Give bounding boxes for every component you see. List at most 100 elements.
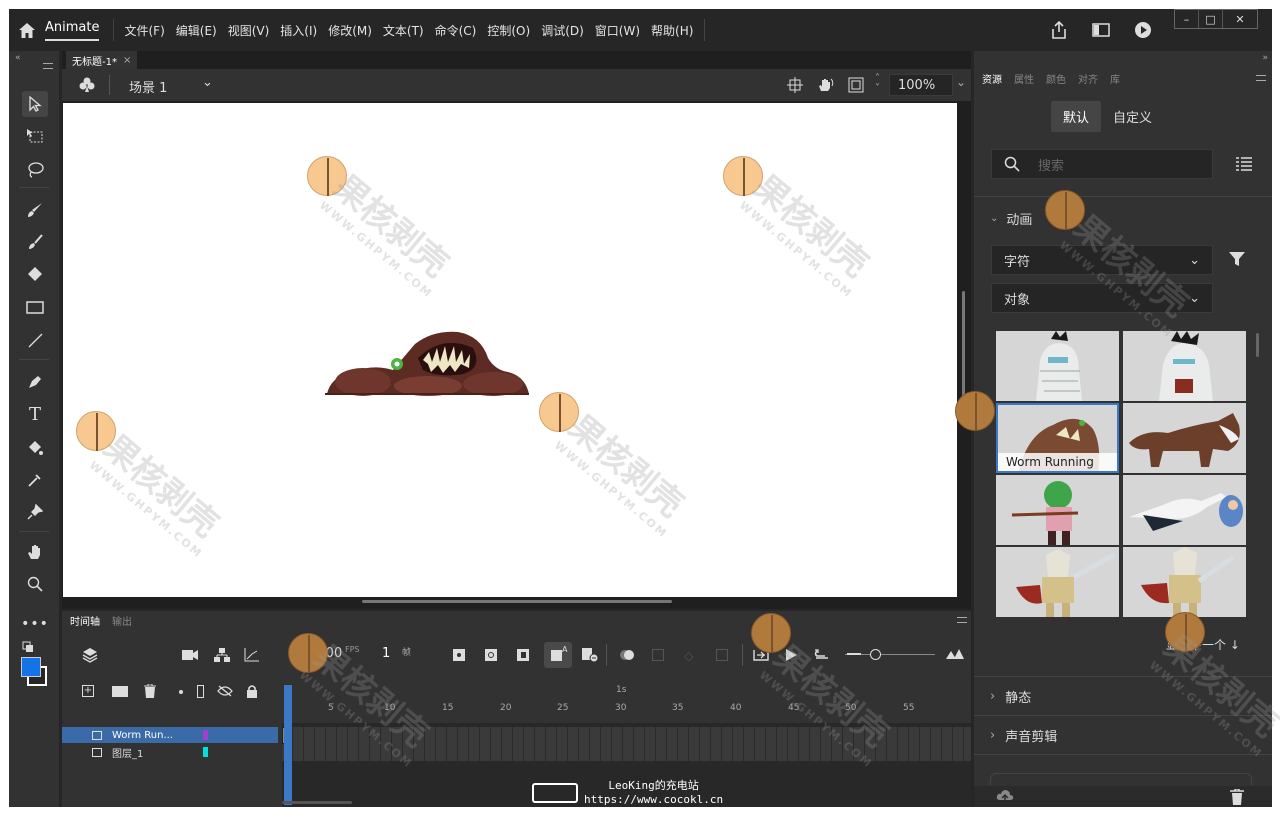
line-tool-icon[interactable] — [22, 327, 48, 353]
fill-color-swatch[interactable] — [21, 657, 41, 677]
app-name[interactable]: Animate — [45, 20, 100, 41]
swap-colors-icon[interactable] — [22, 641, 34, 653]
eraser-tool-icon[interactable] — [22, 261, 48, 287]
menu-control[interactable]: 控制(O) — [487, 22, 530, 39]
zoom-tool-icon[interactable] — [22, 571, 48, 597]
paint-brush-tool-icon[interactable] — [22, 197, 48, 223]
delete-layer-icon[interactable] — [144, 683, 156, 701]
share-icon[interactable] — [1048, 19, 1070, 41]
list-view-icon[interactable] — [1236, 157, 1252, 174]
timeline-menu-icon[interactable] — [957, 617, 967, 623]
pen-tool-icon[interactable] — [22, 369, 48, 395]
center-stage-icon[interactable] — [787, 77, 803, 96]
brush-tool-icon[interactable] — [22, 229, 48, 255]
panel-layout-icon[interactable] — [1090, 19, 1112, 41]
lock-layer-icon[interactable] — [246, 684, 258, 701]
new-folder-icon[interactable] — [112, 686, 128, 697]
frames-horizontal-scrollbar[interactable] — [282, 801, 352, 804]
highlight-layer-icon[interactable] — [179, 690, 183, 694]
edit-multiple-frames-icon[interactable] — [652, 649, 664, 661]
section-static[interactable]: › 静态 — [990, 687, 1031, 706]
scene-name[interactable]: 场景 1 — [129, 77, 167, 96]
menu-file[interactable]: 文件(F) — [124, 22, 164, 39]
edit-symbols-icon[interactable] — [78, 76, 96, 97]
menu-insert[interactable]: 插入(I) — [280, 22, 317, 39]
stage-canvas[interactable] — [63, 103, 957, 597]
layer-color-swatch[interactable] — [203, 730, 208, 740]
menu-commands[interactable]: 命令(C) — [435, 22, 477, 39]
current-frame-value[interactable]: 1 — [382, 646, 390, 661]
tab-align[interactable]: 对齐 — [1078, 71, 1098, 86]
segment-custom[interactable]: 自定义 — [1101, 101, 1164, 132]
zoom-field[interactable]: 100% — [889, 74, 953, 96]
document-tab[interactable]: 无标题-1* × — [66, 51, 138, 69]
worm-running-symbol[interactable] — [323, 328, 529, 401]
zoom-stepper-icon[interactable]: ˄ ˅ — [875, 74, 880, 94]
onion-skin-icon[interactable] — [618, 648, 638, 665]
minimize-button[interactable]: – — [1175, 10, 1199, 28]
create-tween-icon[interactable]: ◇ — [684, 649, 698, 663]
scene-chevron-down-icon[interactable]: ⌄ — [202, 75, 213, 90]
fit-frames-icon[interactable] — [945, 648, 965, 663]
rotate-stage-icon[interactable] — [817, 77, 835, 96]
layers-stack-icon[interactable] — [82, 647, 98, 666]
parenting-icon[interactable] — [214, 648, 230, 665]
zoom-chevron-down-icon[interactable]: ⌄ — [956, 75, 966, 89]
layer-color-swatch[interactable] — [203, 747, 208, 757]
paint-bucket-tool-icon[interactable] — [22, 435, 48, 461]
menu-help[interactable]: 帮助(H) — [651, 22, 693, 39]
thumbs-scrollbar[interactable] — [1256, 333, 1259, 357]
menu-modify[interactable]: 修改(M) — [328, 22, 372, 39]
pin-tool-icon[interactable] — [22, 499, 48, 525]
asset-thumb-knight-1[interactable] — [996, 547, 1119, 617]
close-button[interactable]: ✕ — [1223, 10, 1257, 28]
add-layer-icon[interactable]: + — [82, 685, 94, 697]
section-animation[interactable]: ⌄ 动画 — [990, 209, 1032, 228]
panel-menu-icon[interactable] — [1256, 75, 1266, 81]
play-icon[interactable] — [784, 648, 798, 665]
layer-row-layer1[interactable]: 图层_1 — [62, 744, 278, 760]
timeline-zoom-handle[interactable] — [870, 649, 881, 660]
graph-icon[interactable] — [244, 648, 260, 665]
asset-thumb-mummy-1[interactable] — [996, 331, 1119, 401]
hand-tool-icon[interactable] — [22, 539, 48, 565]
panel-menu-icon[interactable] — [43, 63, 53, 69]
hide-layer-icon[interactable] — [217, 685, 233, 700]
rectangle-tool-icon[interactable] — [22, 295, 48, 321]
more-tools-icon[interactable]: ••• — [21, 611, 48, 637]
maximize-button[interactable]: □ — [1199, 10, 1223, 28]
asset-thumb-stork[interactable] — [1123, 475, 1246, 545]
test-movie-icon[interactable] — [1132, 19, 1154, 41]
character-filter-dropdown[interactable]: 字符 ⌄ — [991, 245, 1213, 275]
menu-edit[interactable]: 编辑(E) — [176, 22, 217, 39]
close-tab-icon[interactable]: × — [123, 55, 131, 66]
layer-row-worm[interactable]: Worm Run... — [62, 727, 278, 743]
lasso-tool-icon[interactable] — [22, 157, 48, 183]
asset-thumb-wolf[interactable] — [1123, 403, 1246, 473]
tab-assets[interactable]: 资源 — [982, 71, 1002, 86]
delete-asset-icon[interactable] — [1230, 788, 1244, 807]
insert-keyframe-icon[interactable] — [453, 649, 465, 661]
menu-debug[interactable]: 调试(D) — [541, 22, 584, 39]
segment-default[interactable]: 默认 — [1051, 101, 1102, 132]
asset-thumb-mummy-2[interactable] — [1123, 331, 1246, 401]
insert-blank-keyframe-icon[interactable] — [485, 649, 497, 661]
tab-library[interactable]: 库 — [1110, 71, 1120, 86]
menu-text[interactable]: 文本(T) — [383, 22, 424, 39]
asset-thumb-knight-2[interactable] — [1123, 547, 1246, 617]
layer-name[interactable]: 图层_1 — [112, 745, 143, 760]
stage-horizontal-scrollbar[interactable] — [362, 600, 672, 603]
tab-properties[interactable]: 属性 — [1014, 71, 1034, 86]
collapse-chevron-icon[interactable]: « — [15, 53, 21, 63]
outline-layer-icon[interactable] — [197, 685, 204, 698]
camera-icon[interactable] — [182, 649, 198, 664]
layer-name[interactable]: Worm Run... — [112, 730, 173, 741]
menu-view[interactable]: 视图(V) — [228, 22, 270, 39]
upload-cloud-icon[interactable] — [996, 789, 1014, 806]
filter-icon[interactable] — [1229, 251, 1245, 270]
loop-icon[interactable] — [813, 648, 831, 665]
home-icon[interactable] — [9, 22, 45, 38]
text-tool-icon[interactable]: T — [22, 401, 48, 427]
tab-output[interactable]: 输出 — [108, 613, 136, 628]
clip-content-icon[interactable] — [848, 77, 864, 96]
